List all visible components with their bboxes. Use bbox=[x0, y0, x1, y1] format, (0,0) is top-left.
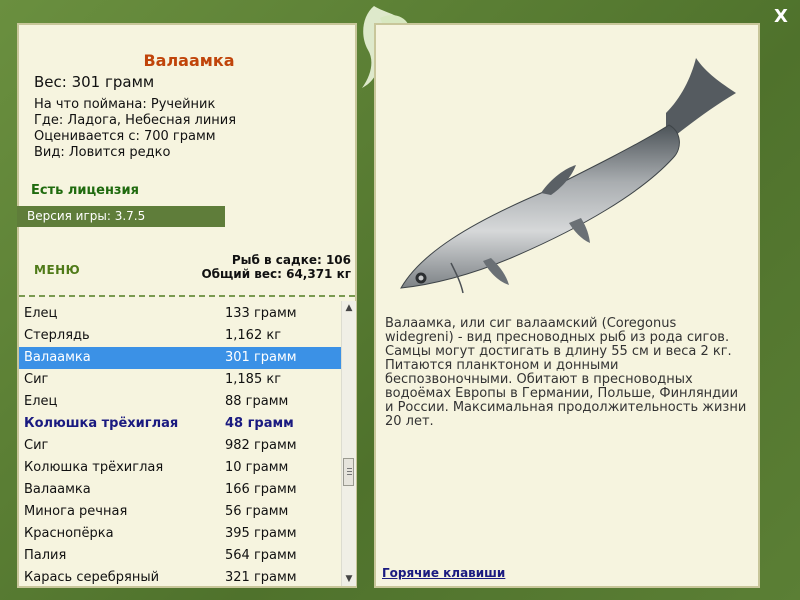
list-item[interactable]: Валаамка 166 грамм bbox=[19, 479, 341, 501]
thumb-grip bbox=[347, 471, 352, 472]
list-item-weight: 564 грамм bbox=[225, 548, 297, 563]
fish-detail-panel: Валаамка, или сиг валаамский (Coregonus … bbox=[374, 23, 760, 588]
total-weight: Общий вес: 64,371 кг bbox=[201, 267, 351, 281]
list-item[interactable]: Сиг 1,185 кг bbox=[19, 369, 341, 391]
list-item-weight: 1,185 кг bbox=[225, 372, 282, 387]
location: Где: Ладога, Небесная линия bbox=[34, 113, 237, 128]
keepnet-totals: Рыб в садке: 106 Общий вес: 64,371 кг bbox=[201, 253, 351, 281]
list-item[interactable]: Колюшка трёхиглая 10 грамм bbox=[19, 457, 341, 479]
list-item[interactable]: Стерлядь 1,162 кг bbox=[19, 325, 341, 347]
list-item[interactable]: Елец 88 грамм bbox=[19, 391, 341, 413]
rarity: Вид: Ловится редко bbox=[34, 145, 171, 160]
list-item[interactable]: Сиг 982 грамм bbox=[19, 435, 341, 457]
list-item-name: Сиг bbox=[24, 372, 49, 387]
list-item-name: Минога речная bbox=[24, 504, 128, 519]
list-item-weight: 1,162 кг bbox=[225, 328, 282, 343]
list-item-weight: 56 грамм bbox=[225, 504, 289, 519]
list-item-name: Колюшка трёхиглая bbox=[24, 416, 179, 431]
fish-title: Валаамка bbox=[143, 51, 235, 70]
list-item[interactable]: Елец 133 грамм bbox=[19, 303, 341, 325]
thumb-grip bbox=[347, 468, 352, 469]
list-item-name: Елец bbox=[24, 306, 58, 321]
list-item-weight: 301 грамм bbox=[225, 350, 297, 365]
scroll-thumb[interactable] bbox=[343, 458, 354, 486]
list-item-name: Колюшка трёхиглая bbox=[24, 460, 164, 475]
menu-button[interactable]: МЕНЮ bbox=[34, 263, 80, 277]
list-item[interactable]: Колюшка трёхиглая 48 грамм bbox=[19, 413, 341, 435]
hotkeys-link[interactable]: Горячие клавиши bbox=[382, 566, 505, 580]
fish-info: На что поймана: Ручейник Где: Ладога, Не… bbox=[34, 97, 236, 161]
list-item-name: Сиг bbox=[24, 438, 49, 453]
valued-from: Оценивается с: 700 грамм bbox=[34, 129, 216, 144]
catch-list[interactable]: Елец 133 грамм Стерлядь 1,162 кг Валаамка 301… bbox=[19, 303, 341, 587]
arrow-up-icon[interactable]: ▲ bbox=[342, 301, 356, 315]
list-item-weight: 321 грамм bbox=[225, 570, 297, 585]
list-item-name: Стерлядь bbox=[24, 328, 90, 343]
arrow-down-icon[interactable]: ▼ bbox=[342, 572, 356, 586]
list-item-weight: 88 грамм bbox=[225, 394, 289, 409]
version-bar: Версия игры: 3.7.5 bbox=[17, 206, 225, 227]
list-item-name: Карась серебряный bbox=[24, 570, 160, 585]
license-status: Есть лицензия bbox=[31, 183, 139, 198]
list-item-weight: 395 грамм bbox=[225, 526, 297, 541]
list-item-weight: 48 грамм bbox=[225, 416, 294, 431]
list-item[interactable]: Краснопёрка 395 грамм bbox=[19, 523, 341, 545]
list-item-name: Елец bbox=[24, 394, 58, 409]
list-item-name: Валаамка bbox=[24, 482, 91, 497]
catch-info-panel: Валаамка Вес: 301 грамм На что поймана: … bbox=[17, 23, 357, 588]
close-button[interactable]: X bbox=[770, 6, 792, 28]
dashed-divider bbox=[19, 295, 355, 297]
list-item[interactable]: Валаамка 301 грамм bbox=[19, 347, 341, 369]
fish-image bbox=[400, 58, 736, 294]
list-item[interactable]: Минога речная 56 грамм bbox=[19, 501, 341, 523]
fish-description: Валаамка, или сиг валаамский (Coregonus … bbox=[385, 316, 747, 429]
list-item[interactable]: Карась серебряный 321 грамм bbox=[19, 567, 341, 587]
list-item[interactable]: Палия 564 грамм bbox=[19, 545, 341, 567]
thumb-grip bbox=[347, 474, 352, 475]
list-item-weight: 133 грамм bbox=[225, 306, 297, 321]
caught-on: На что поймана: Ручейник bbox=[34, 97, 216, 112]
fish-weight: Вес: 301 грамм bbox=[34, 73, 155, 91]
list-item-weight: 166 грамм bbox=[225, 482, 297, 497]
list-item-name: Валаамка bbox=[24, 350, 91, 365]
list-item-weight: 10 грамм bbox=[225, 460, 289, 475]
list-item-name: Краснопёрка bbox=[24, 526, 114, 541]
list-scrollbar[interactable]: ▲ ▼ bbox=[341, 301, 356, 586]
fish-count: Рыб в садке: 106 bbox=[231, 253, 351, 267]
list-item-weight: 982 грамм bbox=[225, 438, 297, 453]
list-item-name: Палия bbox=[24, 548, 67, 563]
